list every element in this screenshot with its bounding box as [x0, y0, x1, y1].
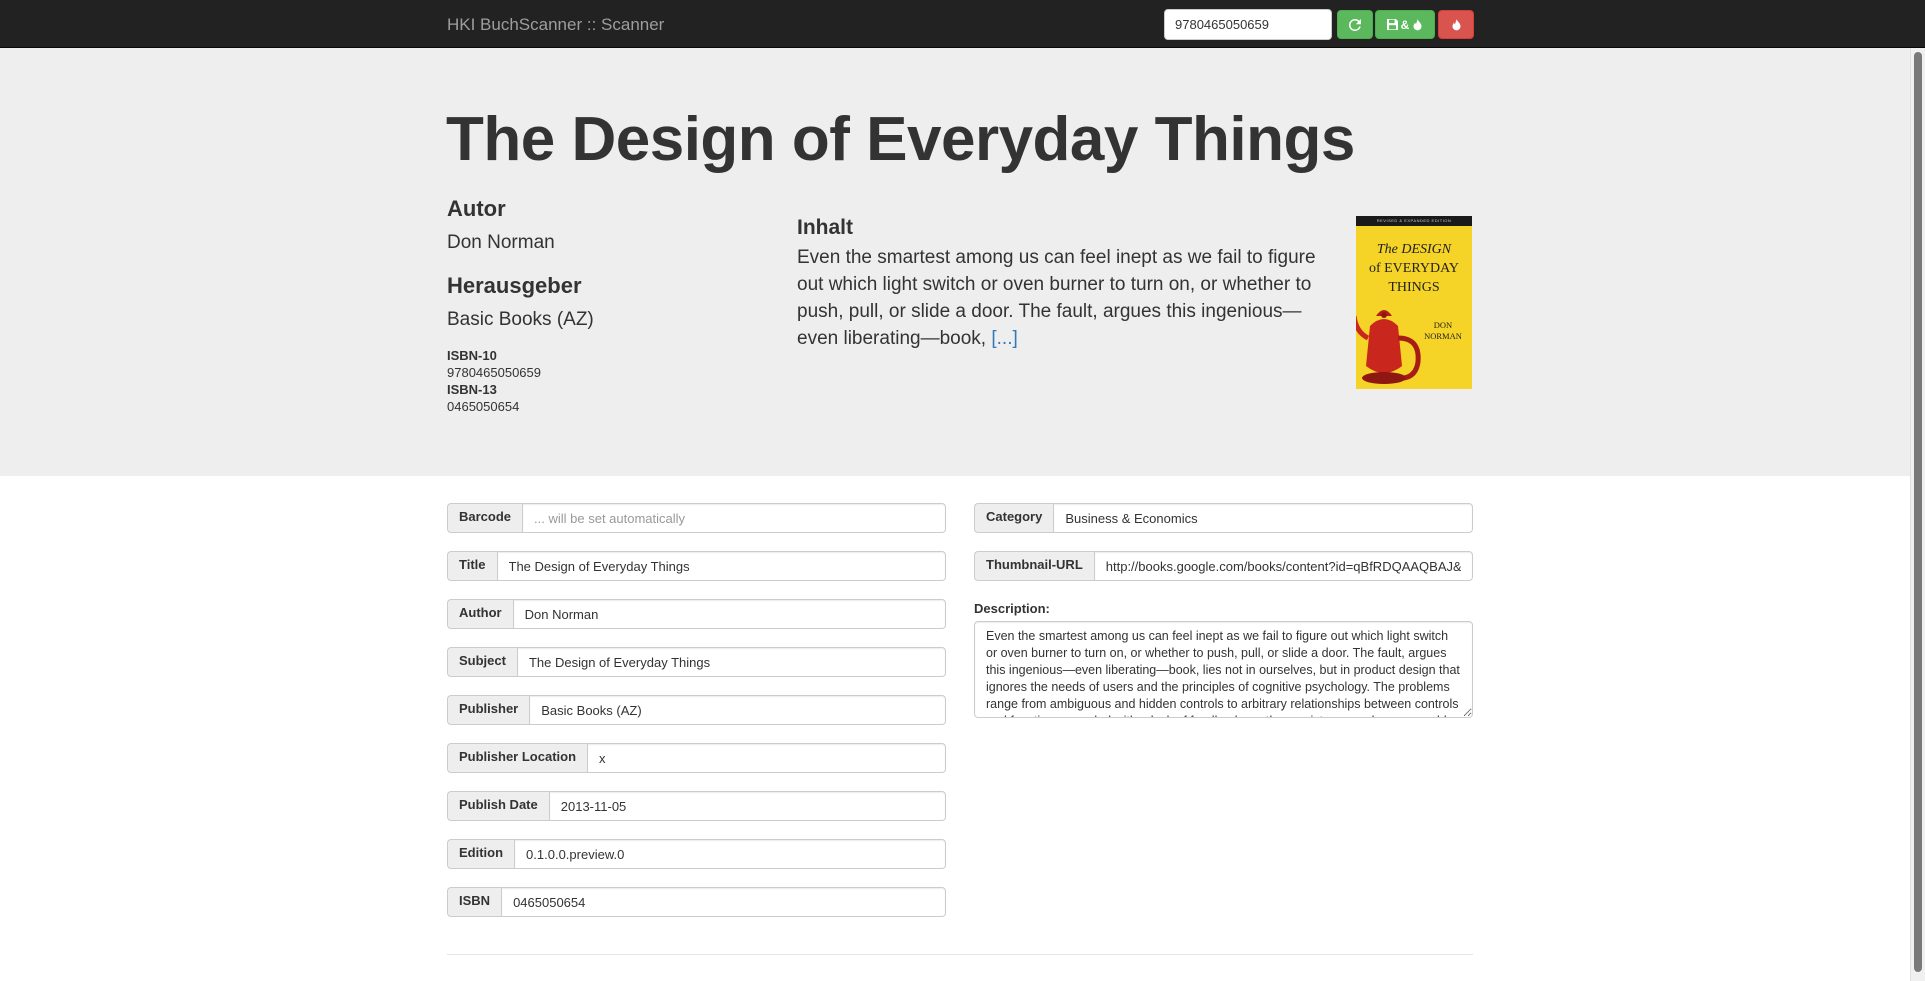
- top-navbar: HKI BuchScanner :: Scanner &: [0, 0, 1925, 48]
- publisher-label: Publisher: [447, 695, 530, 725]
- edition-label: Edition: [447, 839, 515, 869]
- summary-body: Even the smartest among us can feel inep…: [797, 247, 1316, 349]
- save-button-label: &: [1400, 17, 1410, 32]
- refresh-icon: [1349, 18, 1361, 31]
- thumbnail-url-input-group: Thumbnail-URL: [974, 551, 1473, 581]
- isbn-input-group: ISBN: [447, 887, 946, 917]
- category-input-group: Category: [974, 503, 1473, 533]
- scrollbar-thumb[interactable]: [1914, 52, 1922, 972]
- summary-heading: Inhalt: [797, 216, 853, 239]
- summary-text: Even the smartest among us can feel inep…: [797, 244, 1342, 352]
- author-input[interactable]: [512, 599, 946, 629]
- isbn13-value: 0465050654: [447, 399, 520, 414]
- isbn-input[interactable]: [501, 887, 946, 917]
- publish-date-input[interactable]: [548, 791, 946, 821]
- cover-title-line: The DESIGN: [1376, 242, 1452, 257]
- isbn-label: ISBN: [447, 887, 502, 917]
- thumbnail-url-label: Thumbnail-URL: [974, 551, 1094, 581]
- barcode-input[interactable]: [522, 503, 946, 533]
- author-label: Author: [447, 599, 513, 629]
- isbn13-label: ISBN-13: [447, 382, 497, 397]
- bottom-divider: [447, 954, 1473, 955]
- title-input[interactable]: [496, 551, 946, 581]
- cover-title-line: THINGS: [1388, 280, 1440, 295]
- author-heading: Autor: [447, 196, 506, 221]
- publish-date-input-group: Publish Date: [447, 791, 946, 821]
- publisher-name: Basic Books (AZ): [447, 309, 594, 330]
- fire-icon: [1413, 18, 1422, 30]
- save-and-burn-button[interactable]: &: [1375, 10, 1435, 39]
- author-input-group: Author: [447, 599, 946, 629]
- fire-icon: [1452, 18, 1460, 30]
- publisher-location-input-group: Publisher Location: [447, 743, 946, 773]
- page-scrollbar[interactable]: [1910, 48, 1925, 981]
- isbn10-label: ISBN-10: [447, 348, 497, 363]
- floppy-disk-icon: [1386, 19, 1398, 30]
- title-label: Title: [447, 551, 497, 581]
- subject-input-group: Subject: [447, 647, 946, 677]
- isbn-search-input[interactable]: [1164, 9, 1332, 40]
- edition-input-group: Edition: [447, 839, 946, 869]
- cover-title: The DESIGN of EVERYDAY THINGS: [1360, 240, 1468, 297]
- category-input[interactable]: [1053, 503, 1473, 533]
- publisher-location-input[interactable]: [587, 743, 946, 773]
- isbn10-value: 9780465050659: [447, 365, 541, 380]
- edition-input[interactable]: [514, 839, 946, 869]
- barcode-label: Barcode: [447, 503, 523, 533]
- teapot-illustration: [1356, 310, 1421, 384]
- thumbnail-url-input[interactable]: [1093, 551, 1473, 581]
- cover-author: DON NORMAN: [1418, 320, 1468, 342]
- subject-input[interactable]: [516, 647, 946, 677]
- publisher-input-group: Publisher: [447, 695, 946, 725]
- barcode-input-group: Barcode: [447, 503, 946, 533]
- cover-author-line: NORMAN: [1424, 331, 1462, 341]
- description-label: Description:: [974, 601, 1050, 616]
- cover-title-line: of EVERYDAY: [1368, 261, 1460, 276]
- description-textarea[interactable]: Even the smartest among us can feel inep…: [974, 621, 1473, 718]
- publisher-input[interactable]: [529, 695, 946, 725]
- title-input-group: Title: [447, 551, 946, 581]
- author-name: Don Norman: [447, 232, 555, 253]
- burn-button[interactable]: [1438, 10, 1474, 39]
- subject-label: Subject: [447, 647, 517, 677]
- book-title: The Design of Everyday Things: [446, 105, 1355, 174]
- read-more-link[interactable]: [...]: [991, 328, 1017, 349]
- book-cover-image: REVISED & EXPANDED EDITION The DESIGN of…: [1356, 216, 1472, 389]
- publisher-heading: Herausgeber: [447, 273, 582, 298]
- publisher-location-label: Publisher Location: [447, 743, 588, 773]
- cover-band-text: REVISED & EXPANDED EDITION: [1376, 218, 1452, 223]
- publish-date-label: Publish Date: [447, 791, 549, 821]
- app-brand[interactable]: HKI BuchScanner :: Scanner: [447, 15, 664, 35]
- refresh-button[interactable]: [1337, 10, 1373, 39]
- category-label: Category: [974, 503, 1054, 533]
- cover-author-line: DON: [1433, 320, 1453, 330]
